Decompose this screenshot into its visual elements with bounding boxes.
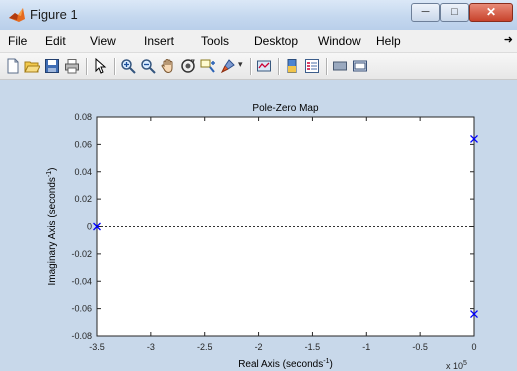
toolbar-separator — [114, 58, 116, 75]
toolbar-separator — [326, 58, 328, 75]
window-title: Figure 1 — [30, 7, 78, 22]
menu-tools[interactable]: Tools — [201, 34, 229, 48]
pan-hand-icon[interactable] — [160, 58, 176, 74]
x-axis-label: Real Axis (seconds-1) — [238, 358, 333, 370]
matlab-logo-icon — [9, 8, 25, 22]
legend-icon[interactable] — [304, 58, 320, 74]
rotate-3d-icon[interactable] — [180, 58, 196, 74]
y-tick-label: -0.04 — [71, 276, 92, 286]
x-tick-label: -1 — [362, 342, 370, 352]
x-tick-label: 0 — [471, 342, 476, 352]
y-tick-label: 0 — [87, 222, 92, 232]
menu-desktop[interactable]: Desktop — [254, 34, 298, 48]
colorbar-icon[interactable] — [284, 58, 300, 74]
x-tick-label: -0.5 — [412, 342, 428, 352]
toolbar-separator — [278, 58, 280, 75]
chart-title: Pole-Zero Map — [252, 103, 319, 114]
link-plot-icon[interactable] — [256, 58, 272, 74]
y-tick-label: -0.02 — [71, 249, 92, 259]
x-tick-label: -2 — [255, 342, 263, 352]
print-icon[interactable] — [64, 58, 80, 74]
y-tick-label: 0.02 — [74, 194, 92, 204]
title-bar[interactable]: Figure 1 ─ □ ✕ — [0, 0, 517, 30]
figure-window: Figure 1 ─ □ ✕ File Edit View Insert Too… — [0, 0, 517, 371]
figure-canvas: -3.5 -3 -2.5 -2 -1.5 -1 -0.5 0 0.08 0.06 0.04 0.02 0… — [0, 80, 517, 371]
minimize-button[interactable]: ─ — [411, 3, 440, 22]
x-axis-multiplier: x 105 — [446, 360, 467, 371]
menu-insert[interactable]: Insert — [144, 34, 174, 48]
y-axis-label: Imaginary Axis (seconds-1) — [46, 168, 58, 286]
menu-bar: File Edit View Insert Tools Desktop Wind… — [0, 30, 517, 53]
toolbar-separator — [86, 58, 88, 75]
menu-file[interactable]: File — [8, 34, 27, 48]
show-plot-tools-icon[interactable] — [352, 58, 368, 74]
toolbar-separator — [250, 58, 252, 75]
brush-icon[interactable] — [220, 58, 236, 74]
y-tick-label: 0.04 — [74, 167, 92, 177]
menu-overflow-icon[interactable]: ➜ — [504, 33, 513, 46]
new-figure-icon[interactable] — [5, 58, 21, 74]
maximize-button[interactable]: □ — [440, 3, 469, 22]
hide-plot-tools-icon[interactable] — [332, 58, 348, 74]
x-tick-label: -1.5 — [305, 342, 321, 352]
toolbar: ▾ — [0, 53, 517, 80]
brush-dropdown-icon[interactable]: ▾ — [238, 59, 243, 70]
save-icon[interactable] — [44, 58, 60, 74]
minimize-icon: ─ — [421, 6, 430, 18]
zoom-out-icon[interactable] — [140, 58, 156, 74]
close-button[interactable]: ✕ — [469, 3, 513, 22]
menu-help[interactable]: Help — [376, 34, 401, 48]
close-icon: ✕ — [485, 5, 497, 19]
open-file-icon[interactable] — [24, 58, 40, 74]
pointer-icon[interactable] — [92, 58, 108, 74]
y-tick-label: -0.06 — [71, 304, 92, 314]
y-tick-label: 0.06 — [74, 139, 92, 149]
data-cursor-icon[interactable] — [200, 58, 216, 74]
menu-edit[interactable]: Edit — [45, 34, 66, 48]
maximize-icon: □ — [451, 6, 458, 18]
pole-zero-chart[interactable]: -3.5 -3 -2.5 -2 -1.5 -1 -0.5 0 0.08 0.06 0.04 0.02 0… — [0, 80, 517, 371]
menu-window[interactable]: Window — [318, 34, 361, 48]
y-tick-label: -0.08 — [71, 331, 92, 341]
x-tick-label: -2.5 — [197, 342, 213, 352]
zoom-in-icon[interactable] — [120, 58, 136, 74]
x-tick-label: -3.5 — [89, 342, 105, 352]
y-tick-label: 0.08 — [74, 112, 92, 122]
x-tick-label: -3 — [147, 342, 155, 352]
menu-view[interactable]: View — [90, 34, 116, 48]
